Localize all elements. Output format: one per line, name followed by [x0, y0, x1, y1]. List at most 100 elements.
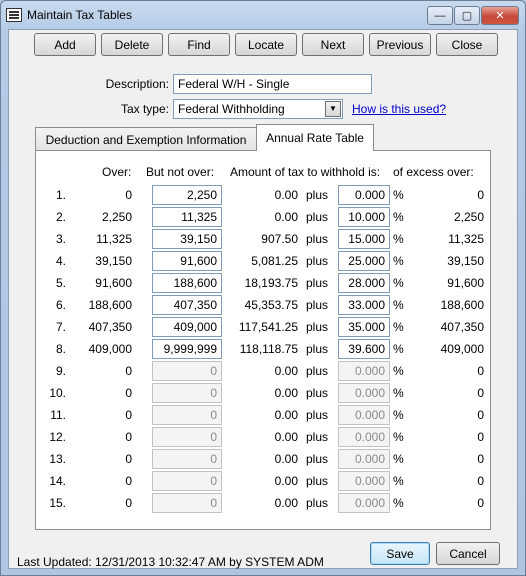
percent-label: %: [393, 430, 404, 444]
rate-input: 0.000: [338, 361, 390, 381]
tax-type-value: Federal Withholding: [178, 102, 285, 116]
next-button[interactable]: Next: [302, 33, 364, 56]
over-value: 0: [125, 408, 132, 422]
rate-input[interactable]: 35.000: [338, 317, 390, 337]
rate-input[interactable]: 28.000: [338, 273, 390, 293]
minimize-button[interactable]: —: [427, 6, 453, 25]
over-value: 0: [125, 188, 132, 202]
percent-label: %: [393, 342, 404, 356]
plus-label: plus: [306, 474, 329, 488]
excess-over-value: 407,350: [440, 320, 484, 334]
row-number: 13.: [49, 452, 66, 466]
cancel-button[interactable]: Cancel: [436, 542, 500, 565]
but-not-over-input[interactable]: 409,000: [152, 317, 222, 337]
excess-over-value: 409,000: [440, 342, 484, 356]
save-button[interactable]: Save: [370, 542, 430, 565]
rate-input: 0.000: [338, 471, 390, 491]
amount-value: 18,193.75: [244, 276, 298, 290]
add-button[interactable]: Add: [34, 33, 96, 56]
plus-label: plus: [306, 364, 329, 378]
excess-over-value: 91,600: [447, 276, 484, 290]
rate-input[interactable]: 15.000: [338, 229, 390, 249]
window-client-area: Add Delete Find Locate Next Previous Clo…: [8, 29, 518, 569]
rate-input[interactable]: 0.000: [338, 185, 390, 205]
percent-label: %: [393, 188, 404, 202]
plus-label: plus: [306, 452, 329, 466]
but-not-over-input[interactable]: 407,350: [152, 295, 222, 315]
plus-label: plus: [306, 386, 329, 400]
rate-input[interactable]: 39.600: [338, 339, 390, 359]
find-button[interactable]: Find: [168, 33, 230, 56]
excess-over-value: 0: [477, 452, 484, 466]
over-header: Over:: [102, 165, 132, 179]
amount-header: Amount of tax to withhold is:: [230, 165, 381, 179]
percent-label: %: [393, 408, 404, 422]
amount-value: 907.50: [261, 232, 298, 246]
tab-annual-rate-table[interactable]: Annual Rate Table: [256, 124, 374, 151]
annual-rate-table-panel: Over: But not over: Amount of tax to wit…: [35, 150, 491, 530]
tax-type-select[interactable]: Federal Withholding ▼: [173, 99, 343, 119]
amount-value: 0.00: [274, 210, 298, 224]
amount-value: 0.00: [274, 496, 298, 510]
but-not-over-input: 0: [152, 471, 222, 491]
rate-input[interactable]: 10.000: [338, 207, 390, 227]
but-not-over-input: 0: [152, 361, 222, 381]
previous-button[interactable]: Previous: [369, 33, 431, 56]
how-is-this-used-link[interactable]: How is this used?: [352, 102, 446, 116]
but-not-over-input[interactable]: 188,600: [152, 273, 222, 293]
row-number: 14.: [49, 474, 66, 488]
but-not-over-input[interactable]: 91,600: [152, 251, 222, 271]
tab-deduction-and-exemption[interactable]: Deduction and Exemption Information: [35, 127, 257, 151]
maximize-icon: ▢: [461, 10, 473, 22]
amount-value: 5,081.25: [251, 254, 298, 268]
rate-input: 0.000: [338, 493, 390, 513]
plus-label: plus: [306, 408, 329, 422]
but-not-over-input[interactable]: 11,325: [152, 207, 222, 227]
maximize-button[interactable]: ▢: [454, 6, 480, 25]
row-number: 2.: [55, 210, 66, 224]
close-button[interactable]: Close: [436, 33, 498, 56]
over-value: 0: [125, 452, 132, 466]
last-updated-status: Last Updated: 12/31/2013 10:32:47 AM by …: [17, 555, 324, 569]
over-value: 409,000: [88, 342, 132, 356]
excess-over-value: 0: [477, 496, 484, 510]
rate-input[interactable]: 25.000: [338, 251, 390, 271]
but-not-over-input[interactable]: 9,999,999: [152, 339, 222, 359]
title-bar[interactable]: Maintain Tax Tables — ▢ ✕: [1, 1, 525, 29]
amount-value: 0.00: [274, 364, 298, 378]
row-number: 9.: [55, 364, 66, 378]
amount-value: 0.00: [274, 474, 298, 488]
percent-label: %: [393, 496, 404, 510]
tax-type-label: Tax type:: [120, 102, 169, 116]
description-label: Description:: [105, 77, 169, 91]
over-value: 407,350: [88, 320, 132, 334]
but-not-over-input: 0: [152, 427, 222, 447]
plus-label: plus: [306, 276, 329, 290]
rate-input: 0.000: [338, 449, 390, 469]
row-number: 12.: [49, 430, 66, 444]
but-not-over-input: 0: [152, 493, 222, 513]
delete-button[interactable]: Delete: [101, 33, 163, 56]
window-close-button[interactable]: ✕: [481, 6, 519, 25]
description-field[interactable]: Federal W/H - Single: [173, 74, 372, 94]
amount-value: 0.00: [274, 430, 298, 444]
percent-label: %: [393, 474, 404, 488]
row-number: 10.: [49, 386, 66, 400]
amount-value: 118,118.75: [239, 342, 298, 356]
percent-label: %: [393, 298, 404, 312]
minimize-icon: —: [434, 9, 446, 22]
but-not-over-input[interactable]: 39,150: [152, 229, 222, 249]
percent-label: %: [393, 232, 404, 246]
but-not-over-input: 0: [152, 449, 222, 469]
locate-button[interactable]: Locate: [235, 33, 297, 56]
rate-input[interactable]: 33.000: [338, 295, 390, 315]
chevron-down-icon[interactable]: ▼: [325, 101, 341, 117]
over-value: 2,250: [101, 210, 132, 224]
rate-input: 0.000: [338, 405, 390, 425]
but-not-over-input[interactable]: 2,250: [152, 185, 222, 205]
amount-value: 117,541.25: [238, 320, 298, 334]
plus-label: plus: [306, 298, 329, 312]
percent-label: %: [393, 386, 404, 400]
rate-input: 0.000: [338, 427, 390, 447]
amount-value: 0.00: [274, 452, 298, 466]
